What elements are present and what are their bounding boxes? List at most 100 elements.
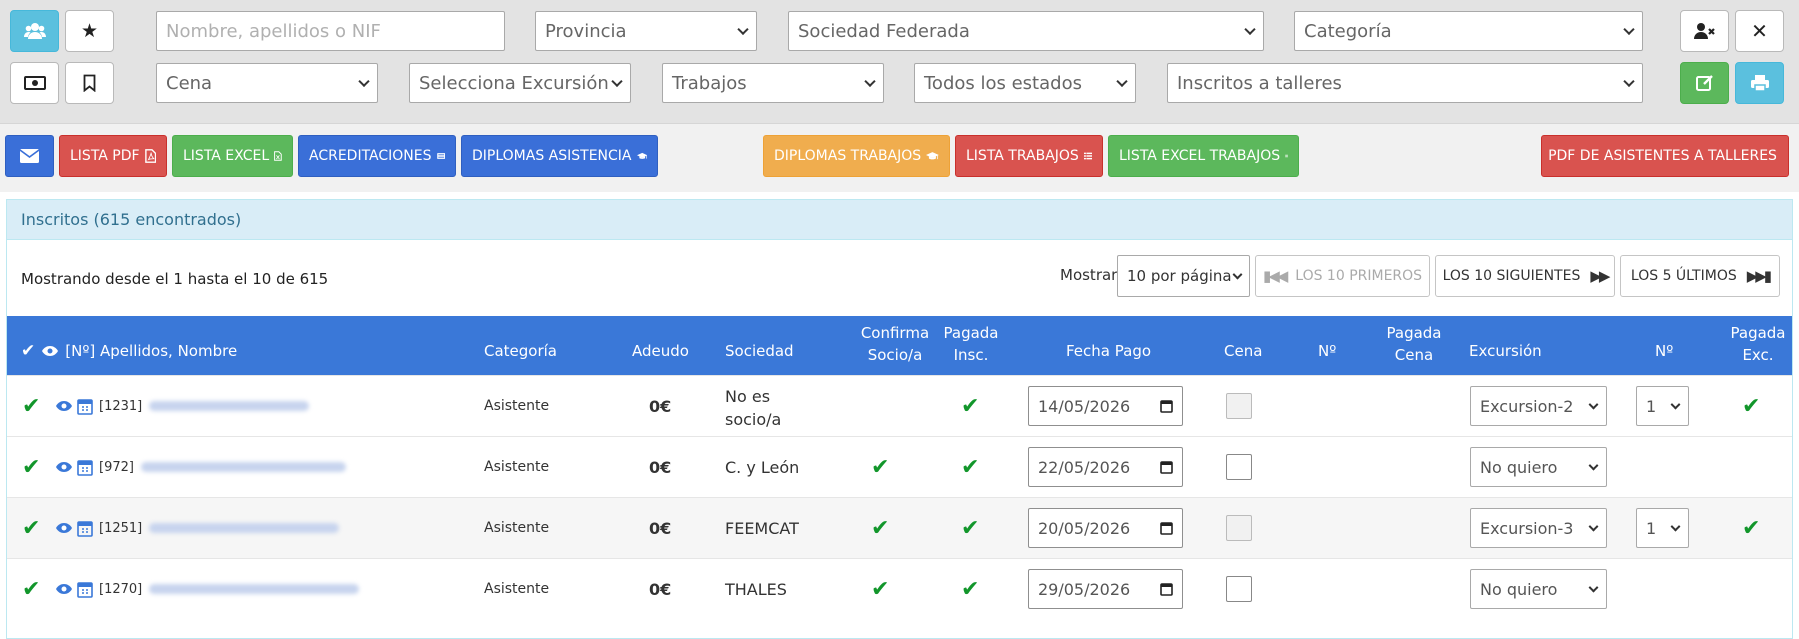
- fecha-pago-value: 22/05/2026: [1038, 457, 1131, 477]
- calendar-icon[interactable]: [77, 520, 93, 537]
- header-name: ✔ [Nº] Apellidos, Nombre: [21, 340, 237, 362]
- row-check-icon[interactable]: ✔: [22, 437, 40, 497]
- remove-user-button[interactable]: [1680, 10, 1729, 52]
- cena-select[interactable]: Cena: [156, 63, 378, 103]
- fecha-pago-input[interactable]: 20/05/2026: [1028, 508, 1183, 548]
- row-adeudo: 0€: [649, 396, 672, 416]
- chevron-down-icon: [1588, 460, 1599, 471]
- print-button[interactable]: [1735, 62, 1784, 104]
- cena-value: Cena: [166, 72, 213, 94]
- row-adeudo: 0€: [649, 457, 672, 477]
- email-button[interactable]: [5, 135, 54, 177]
- first-page-button[interactable]: ▮◀◀ LOS 10 PRIMEROS: [1255, 255, 1430, 297]
- search-input[interactable]: Nombre, apellidos o NIF: [156, 11, 505, 51]
- fecha-pago-value: 14/05/2026: [1038, 396, 1131, 416]
- row-check-icon[interactable]: ✔: [22, 559, 40, 619]
- excursion-select[interactable]: Selecciona Excursión: [409, 63, 631, 103]
- row-sociedad: THALES: [725, 579, 787, 599]
- fecha-pago-input[interactable]: 22/05/2026: [1028, 447, 1183, 487]
- header-confirma: Confirma Socio/a: [845, 322, 945, 366]
- id-card-icon: [436, 153, 445, 159]
- excursion-select[interactable]: No quiero: [1470, 447, 1607, 487]
- header-num: Nº: [1318, 342, 1337, 360]
- pdf-talleres-button[interactable]: PDF DE ASISTENTES A TALLERES: [1541, 135, 1789, 177]
- diplomas-asistencia-button[interactable]: DIPLOMAS ASISTENCIA: [461, 135, 658, 177]
- excursion-value: No quiero: [1480, 457, 1558, 477]
- graduation-cap-icon: [926, 151, 939, 159]
- estados-value: Todos los estados: [924, 72, 1082, 94]
- header-pagada-insc-line1: Pagada: [943, 324, 999, 342]
- last-page-button[interactable]: LOS 5 ÚLTIMOS ▶▶▮: [1620, 255, 1780, 297]
- talleres-select[interactable]: Inscritos a talleres: [1167, 63, 1643, 103]
- excursion-num-select[interactable]: 1: [1636, 508, 1689, 548]
- cena-checkbox[interactable]: [1226, 393, 1252, 419]
- clear-filters-button[interactable]: ✕: [1735, 10, 1784, 52]
- trabajos-select[interactable]: Trabajos: [662, 63, 884, 103]
- confirma-check-icon: ✔: [871, 576, 890, 602]
- estados-select[interactable]: Todos los estados: [914, 63, 1136, 103]
- confirma-check-icon: ✔: [871, 454, 890, 480]
- file-pdf-icon: [144, 149, 156, 163]
- lista-trabajos-button[interactable]: LISTA TRABAJOS: [955, 135, 1103, 177]
- header-pagada-exc-line1: Pagada: [1730, 324, 1786, 342]
- fecha-pago-input[interactable]: 14/05/2026: [1028, 386, 1183, 426]
- excursion-num-value: 1: [1646, 518, 1657, 538]
- pdf-talleres-label: PDF DE ASISTENTES A TALLERES: [1548, 148, 1777, 164]
- pagada-insc-check-icon: ✔: [961, 393, 980, 419]
- edit-button[interactable]: [1680, 62, 1729, 104]
- table-header: ✔ [Nº] Apellidos, Nombre Categoría Adeud…: [7, 316, 1792, 375]
- categoria-select[interactable]: Categoría: [1294, 11, 1643, 51]
- sociedad-select[interactable]: Sociedad Federada: [788, 11, 1264, 51]
- chevron-down-icon: [1588, 582, 1599, 593]
- row-number: [1270]: [99, 581, 143, 597]
- header-pagada-insc: Pagada Insc.: [931, 322, 1011, 366]
- row-check-icon[interactable]: ✔: [22, 498, 40, 558]
- excursion-select[interactable]: Excursion-2: [1470, 386, 1607, 426]
- excursion-num-select[interactable]: 1: [1636, 386, 1689, 426]
- cena-checkbox[interactable]: [1226, 515, 1252, 541]
- lista-pdf-label: LISTA PDF: [70, 148, 140, 164]
- header-num2: Nº: [1655, 342, 1674, 360]
- lista-excel-label: LISTA EXCEL: [183, 148, 270, 164]
- row-categoria: Asistente: [484, 398, 550, 414]
- row-sociedad: C. y León: [725, 457, 800, 477]
- header-excursion: Excursión: [1469, 342, 1542, 360]
- lista-excel-trabajos-button[interactable]: LISTA EXCEL TRABAJOS: [1108, 135, 1299, 177]
- eye-icon[interactable]: [55, 583, 73, 595]
- acreditaciones-button[interactable]: ACREDITACIONES: [298, 135, 456, 177]
- chevron-down-icon: [1623, 23, 1635, 36]
- close-icon: ✕: [1751, 19, 1768, 43]
- favorites-button[interactable]: ★: [65, 10, 114, 52]
- calendar-icon[interactable]: [77, 459, 93, 476]
- cena-checkbox[interactable]: [1226, 454, 1252, 480]
- cena-checkbox[interactable]: [1226, 576, 1252, 602]
- excursion-select[interactable]: Excursion-3: [1470, 508, 1607, 548]
- inscritos-panel: Inscritos (615 encontrados) Mostrando de…: [6, 199, 1793, 639]
- calendar-icon[interactable]: [77, 398, 93, 415]
- eye-icon[interactable]: [55, 461, 73, 473]
- per-page-select[interactable]: 10 por página: [1117, 255, 1250, 297]
- eye-icon[interactable]: [55, 400, 73, 412]
- calendar-icon[interactable]: [77, 581, 93, 598]
- fecha-pago-input[interactable]: 29/05/2026: [1028, 569, 1183, 609]
- row-adeudo: 0€: [649, 518, 672, 538]
- row-check-icon[interactable]: ✔: [22, 376, 40, 436]
- next-page-button[interactable]: LOS 10 SIGUIENTES ▶▶: [1435, 255, 1615, 297]
- group-view-button[interactable]: [10, 10, 59, 52]
- bookmark-button[interactable]: [65, 62, 114, 104]
- lista-excel-button[interactable]: LISTA EXCEL: [172, 135, 293, 177]
- lista-pdf-button[interactable]: LISTA PDF: [59, 135, 167, 177]
- action-toolbar: LISTA PDF LISTA EXCEL ACREDITACIONES DIP…: [0, 124, 1799, 192]
- excursion-select[interactable]: No quiero: [1470, 569, 1607, 609]
- table-row: ✔ [1251] Asistente 0€ FEEMCAT ✔ ✔ 20/05/…: [7, 497, 1792, 558]
- eye-icon[interactable]: [55, 522, 73, 534]
- file-excel-icon: [274, 151, 282, 161]
- eye-icon[interactable]: [41, 345, 59, 357]
- diplomas-trabajos-button[interactable]: DIPLOMAS TRABAJOS: [763, 135, 950, 177]
- provincia-select[interactable]: Provincia: [535, 11, 757, 51]
- check-all-icon[interactable]: ✔: [21, 340, 35, 362]
- table-row: ✔ [1270] Asistente 0€ THALES ✔ ✔ 29/05/2…: [7, 558, 1792, 619]
- row-sociedad: FEEMCAT: [725, 518, 799, 538]
- payments-button[interactable]: [10, 62, 59, 104]
- chevron-down-icon: [737, 23, 749, 36]
